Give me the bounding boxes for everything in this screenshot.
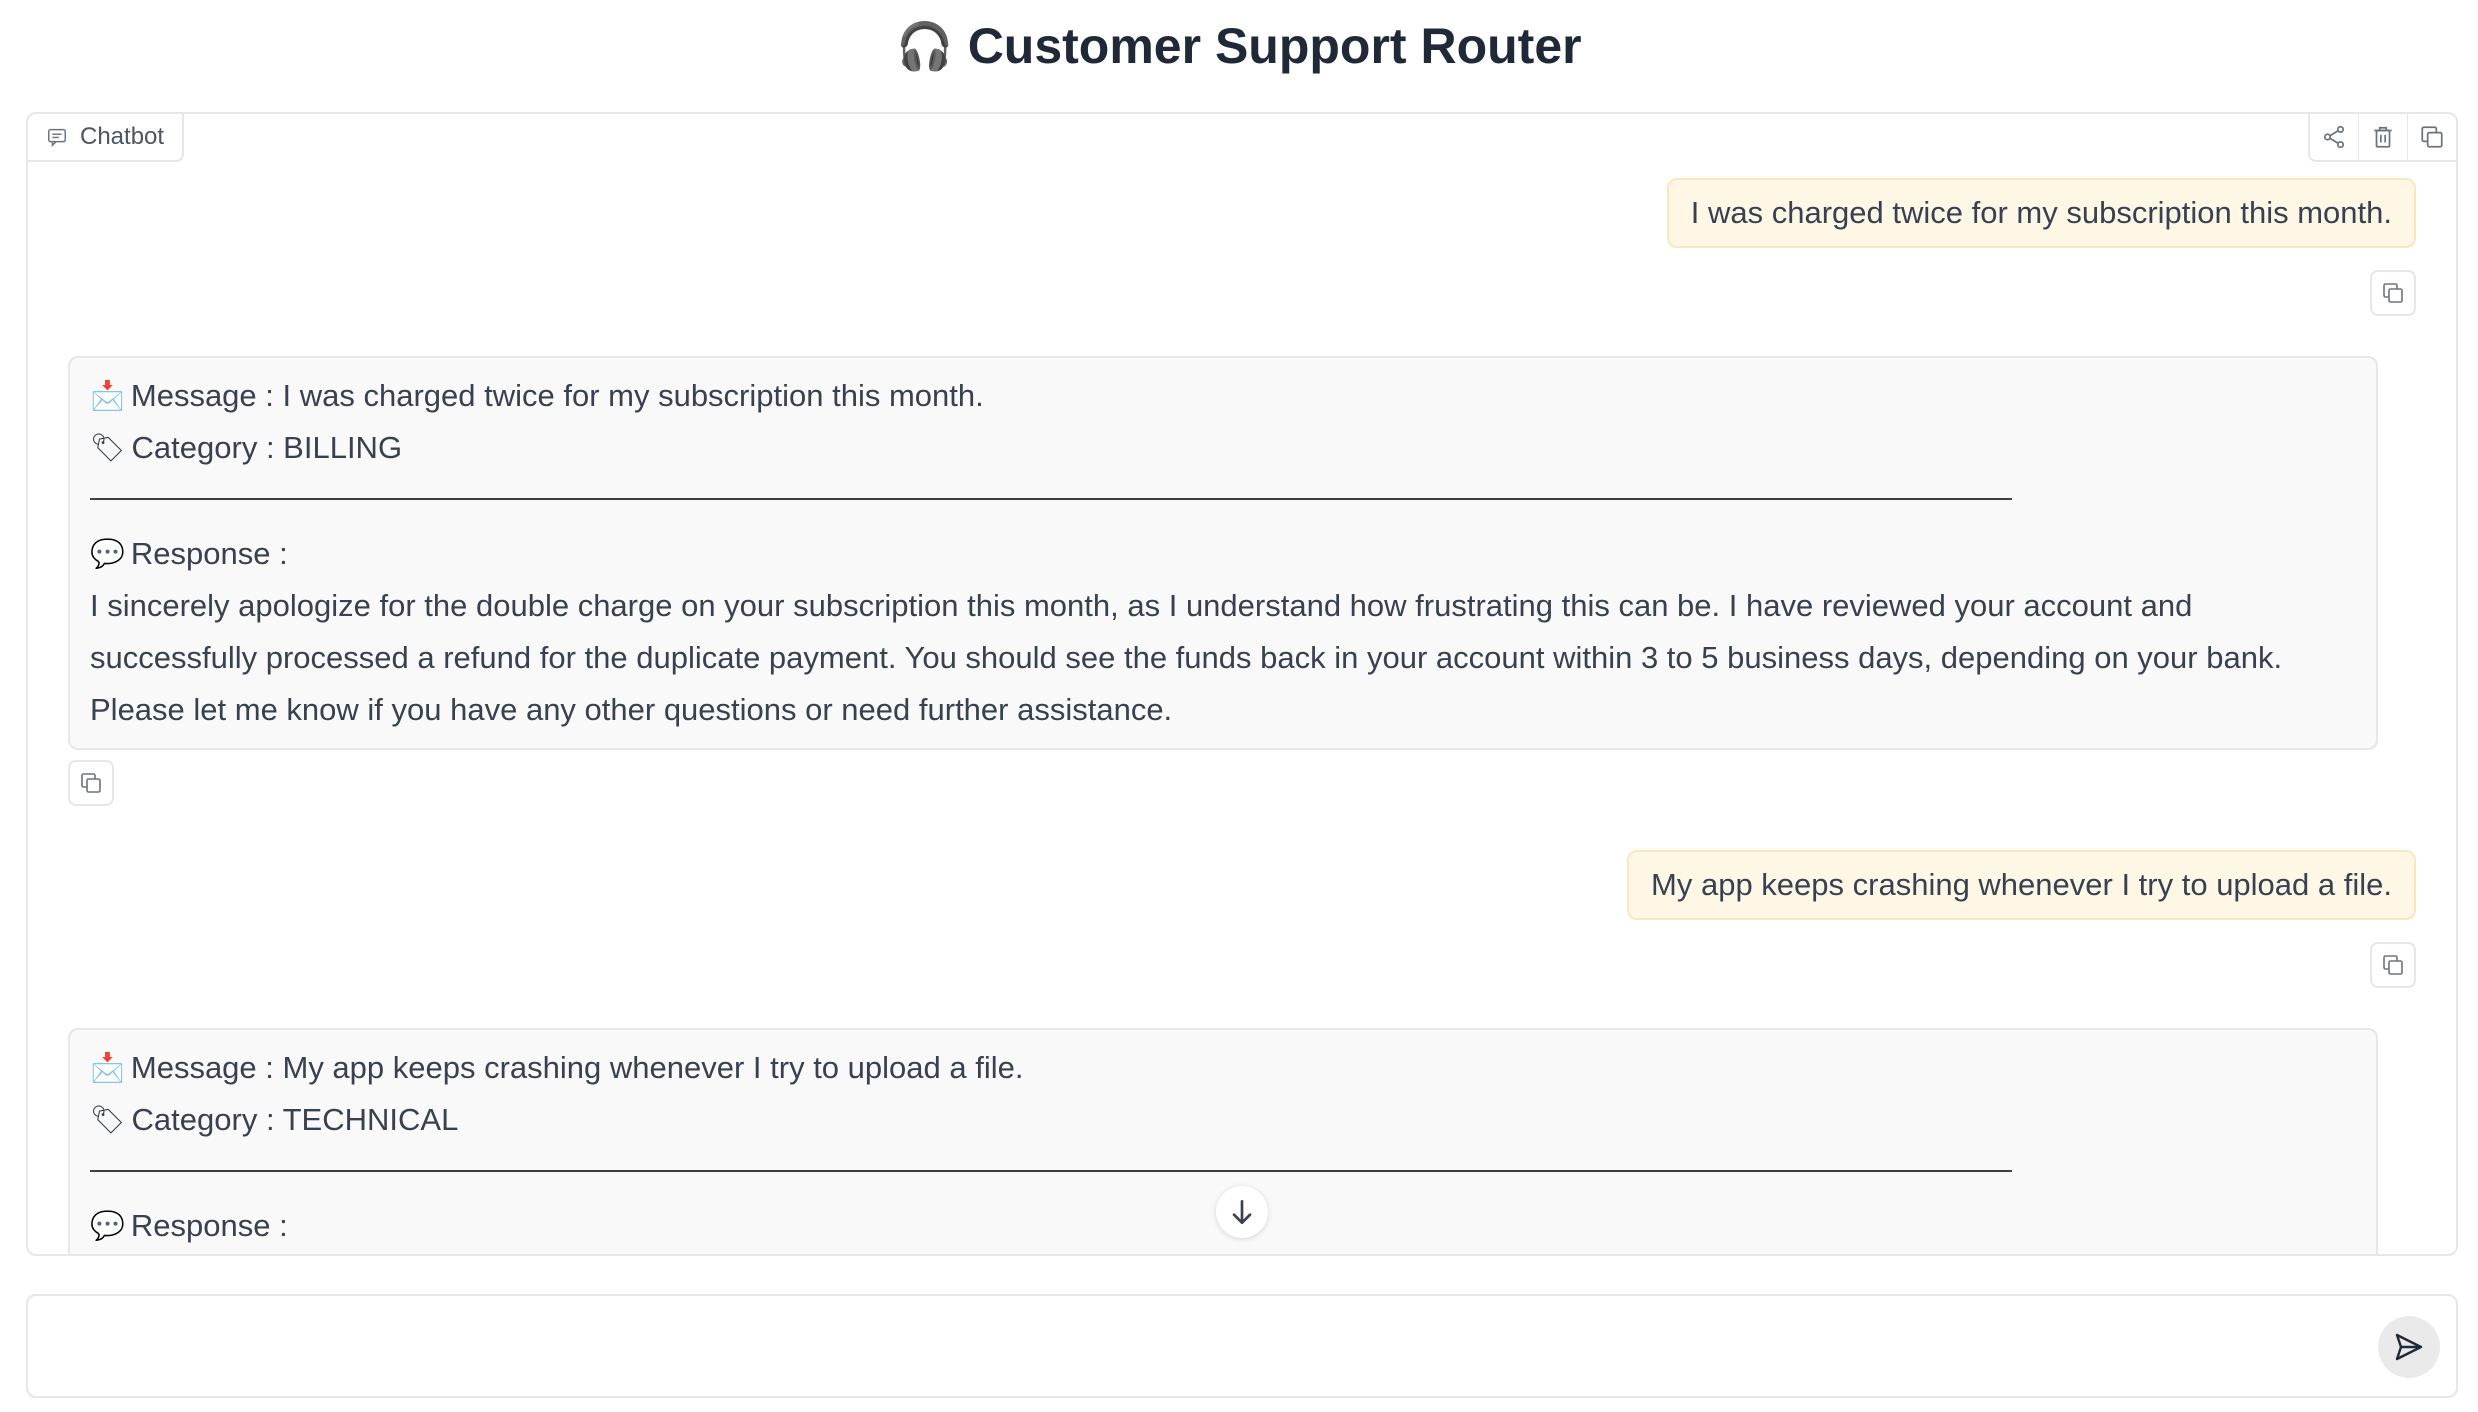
message-line: 📩 Message : My app keeps crashing whenev…: [90, 1042, 2356, 1094]
category-text: Category : BILLING: [131, 430, 403, 465]
bot-message: 📩 Message : I was charged twice for my s…: [68, 356, 2378, 750]
page-title-text: Customer Support Router: [967, 18, 1582, 74]
message-input-container: [26, 1294, 2458, 1398]
message-line: 📩 Message : I was charged twice for my s…: [90, 370, 2356, 422]
message-text: Message : I was charged twice for my sub…: [130, 378, 984, 413]
divider: [90, 498, 2012, 500]
arrow-down-icon: [1232, 1200, 1252, 1224]
category-line: 🏷 Category : TECHNICAL: [90, 1094, 2356, 1146]
copy-message-button[interactable]: [2370, 270, 2416, 316]
user-message-text: My app keeps crashing whenever I try to …: [1651, 867, 2392, 902]
response-label: Response :: [130, 1208, 288, 1243]
response-line: 💬 Response :: [90, 528, 2356, 580]
speech-bubble-icon: 💬: [90, 537, 125, 570]
copy-message-button[interactable]: [2370, 942, 2416, 988]
user-message-text: I was charged twice for my subscription …: [1690, 195, 2392, 230]
share-icon: [2323, 125, 2345, 149]
chatbot-label-text: Chatbot: [80, 123, 165, 150]
send-button[interactable]: [2378, 1316, 2440, 1378]
chatbot-label: Chatbot: [28, 114, 185, 162]
copy-icon: [81, 773, 101, 793]
scroll-to-bottom-button[interactable]: [1216, 1186, 1268, 1238]
tag-icon: 🏷: [90, 431, 126, 464]
message-text: Message : My app keeps crashing whenever…: [130, 1050, 1024, 1085]
tag-icon: 🏷: [90, 1103, 126, 1136]
envelope-icon: 📩: [90, 1051, 125, 1084]
category-text: Category : TECHNICAL: [131, 1102, 459, 1137]
user-message: I was charged twice for my subscription …: [1666, 178, 2416, 248]
divider: [90, 1170, 2012, 1172]
copy-all-icon: [2421, 126, 2443, 148]
copy-icon: [2383, 955, 2403, 975]
envelope-icon: 📩: [90, 379, 125, 412]
send-icon: [2395, 1333, 2423, 1361]
copy-icon: [2383, 283, 2403, 303]
chat-icon: [48, 128, 66, 148]
category-line: 🏷 Category : BILLING: [90, 422, 2356, 474]
chatbot-toolbar: [2308, 114, 2456, 162]
user-message: My app keeps crashing whenever I try to …: [1627, 850, 2416, 920]
clear-chat-button[interactable]: [2359, 114, 2408, 160]
chatbot-panel[interactable]: Chatbot I was charged twice for my subsc…: [26, 112, 2458, 1256]
page-title: 🎧 Customer Support Router: [0, 0, 2478, 92]
headphones-icon: 🎧: [896, 18, 954, 73]
share-button[interactable]: [2310, 114, 2359, 160]
response-text: I sincerely apologize for the double cha…: [90, 588, 2283, 727]
message-input[interactable]: [48, 1314, 2352, 1384]
copy-message-button[interactable]: [68, 760, 114, 806]
speech-bubble-icon: 💬: [90, 1209, 125, 1242]
response-label: Response :: [130, 536, 288, 571]
trash-icon: [2374, 126, 2392, 148]
copy-all-button[interactable]: [2408, 114, 2456, 160]
